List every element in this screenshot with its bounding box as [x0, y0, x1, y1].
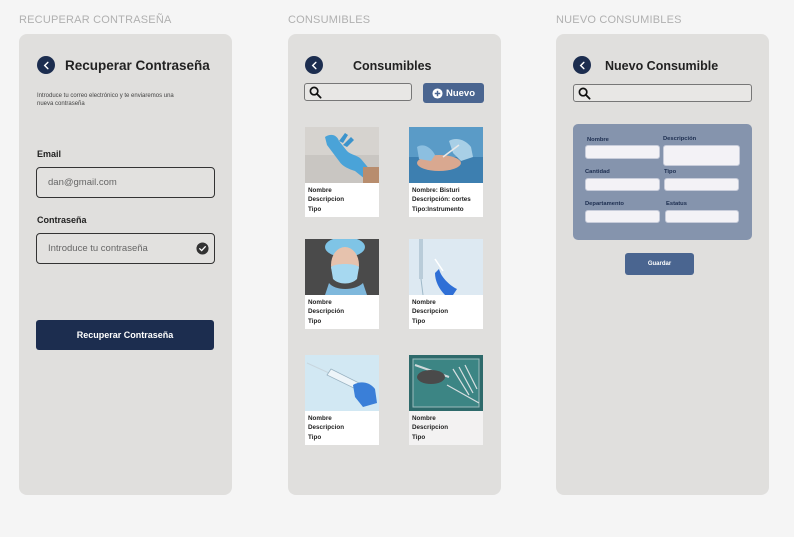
card-name: Nombre — [412, 415, 436, 422]
consumable-card[interactable]: Nombre Descripcion Tipo — [305, 355, 379, 445]
card-name: Nombre — [308, 299, 332, 306]
card-description: Descripción: cortes — [412, 196, 471, 204]
check-circle-icon — [196, 242, 209, 255]
card-type: Tipo — [412, 317, 426, 325]
surgical-mask-image — [305, 239, 379, 295]
email-label: Email — [37, 149, 62, 159]
field-label-cantidad: Cantidad — [585, 169, 610, 175]
list-screen: Consumibles Nuevo Nombre Descripcion Tip… — [288, 34, 501, 495]
page-title: Consumibles — [353, 59, 432, 73]
page-title: Nuevo Consumible — [605, 59, 719, 73]
departamento-field[interactable] — [585, 210, 660, 223]
frame-label-create: NUEVO CONSUMIBLES — [556, 14, 682, 26]
search-input[interactable] — [304, 83, 412, 101]
chevron-left-icon — [579, 61, 585, 69]
consumable-card[interactable]: Nombre: Bisturi Descripción: cortes Tipo… — [409, 127, 483, 217]
password-placeholder: Introduce tu contraseña — [48, 243, 148, 254]
email-value: dan@gmail.com — [48, 177, 117, 188]
tipo-field[interactable] — [664, 178, 739, 191]
estatus-field[interactable] — [665, 210, 739, 223]
card-type: Tipo:Instrumento — [412, 205, 464, 213]
consumable-form: Nombre Descripción Cantidad Tipo Departa… — [573, 124, 752, 240]
new-button[interactable]: Nuevo — [423, 83, 484, 103]
back-button[interactable] — [37, 56, 55, 74]
gloves-image — [305, 127, 379, 183]
surgical-instruments-image — [409, 355, 483, 411]
field-label-departamento: Departamento — [585, 201, 624, 207]
back-button[interactable] — [573, 56, 591, 74]
field-label-nombre: Nombre — [587, 137, 609, 143]
recover-password-button[interactable]: Recuperar Contraseña — [36, 320, 214, 350]
descripcion-field[interactable] — [663, 145, 740, 166]
search-input[interactable] — [573, 84, 752, 102]
chevron-left-icon — [43, 61, 49, 69]
card-description: Descripcion — [412, 308, 449, 316]
password-field[interactable]: Introduce tu contraseña — [36, 233, 215, 264]
new-button-label: Nuevo — [445, 87, 476, 99]
plus-circle-icon — [432, 87, 443, 99]
field-label-tipo: Tipo — [664, 169, 677, 175]
page-title: Recuperar Contraseña — [65, 58, 210, 73]
iv-drip-image — [409, 239, 483, 295]
card-name: Nombre — [308, 415, 332, 422]
card-type: Tipo — [308, 433, 322, 441]
search-icon — [578, 87, 591, 100]
field-label-descripcion: Descripción — [663, 136, 697, 142]
consumable-card[interactable]: Nombre Descripcion Tipo — [305, 127, 379, 217]
chevron-left-icon — [311, 61, 317, 69]
email-field[interactable]: dan@gmail.com — [36, 167, 215, 198]
frame-label-recover: RECUPERAR CONTRASEÑA — [19, 14, 172, 26]
card-description: Descripcion — [308, 196, 345, 204]
save-button[interactable]: Guardar — [625, 253, 694, 275]
search-icon — [309, 86, 322, 99]
instructions-line: Introduce tu correo electrónico y te env… — [37, 93, 174, 99]
field-label-estatus: Estatus — [666, 201, 687, 207]
instructions-text: Introduce tu correo electrónico y te env… — [37, 93, 174, 108]
surgery-image — [409, 127, 483, 183]
card-name: Nombre: Bisturi — [412, 187, 460, 194]
consumable-card[interactable]: Nombre Descripción Tipo — [305, 239, 379, 329]
recover-screen: Recuperar Contraseña Introduce tu correo… — [19, 34, 232, 495]
consumable-card[interactable]: Nombre Descripcion Tipo — [409, 355, 483, 445]
card-description: Descripcion — [412, 424, 449, 432]
password-label: Contraseña — [37, 215, 87, 225]
syringe-image — [305, 355, 379, 411]
card-type: Tipo — [308, 205, 322, 213]
card-description: Descripcion — [308, 424, 345, 432]
instructions-line: nueva contraseña — [37, 100, 85, 107]
card-type: Tipo — [308, 317, 322, 325]
cantidad-field[interactable] — [585, 178, 660, 191]
consumable-card[interactable]: Nombre Descripcion Tipo — [409, 239, 483, 329]
card-name: Nombre — [412, 299, 436, 306]
nombre-field[interactable] — [585, 145, 660, 159]
card-type: Tipo — [412, 433, 426, 441]
card-description: Descripción — [308, 308, 345, 316]
back-button[interactable] — [305, 56, 323, 74]
card-name: Nombre — [308, 187, 332, 194]
frame-label-list: CONSUMIBLES — [288, 14, 371, 26]
